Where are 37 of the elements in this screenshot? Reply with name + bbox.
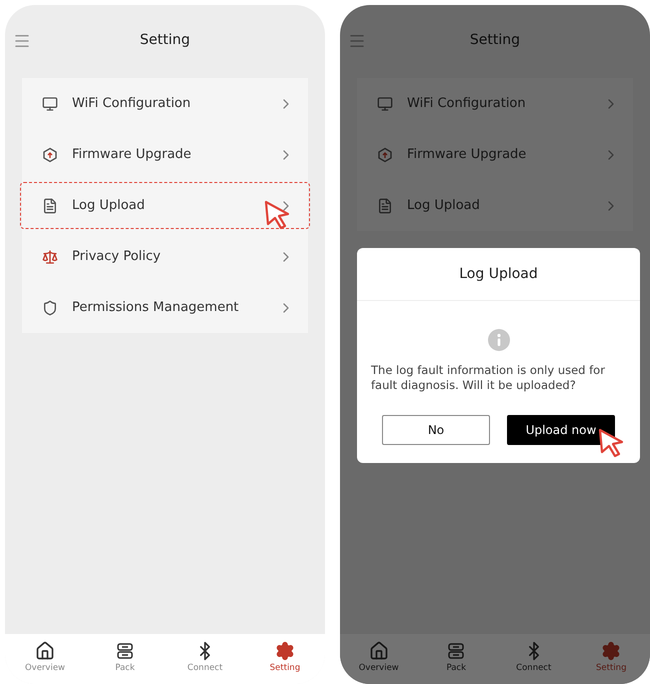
pack-icon	[446, 641, 466, 661]
tab-item[interactable]: Connect	[175, 641, 235, 673]
settings-item[interactable]: Firmware Upgrade	[357, 129, 633, 180]
home-icon	[368, 641, 389, 661]
upgrade-icon	[377, 146, 393, 162]
tab-item[interactable]: Overview	[348, 641, 409, 673]
info-icon	[488, 329, 510, 351]
settings-item[interactable]: Firmware Upgrade	[22, 129, 308, 180]
document-icon	[42, 198, 58, 214]
settings-item[interactable]: Permissions Management	[22, 282, 308, 333]
monitor-icon	[377, 96, 393, 112]
settings-item[interactable]: WiFi Configuration	[22, 78, 308, 129]
home-icon	[35, 641, 55, 661]
settings-item[interactable]: Privacy Policy	[22, 231, 308, 282]
pack-icon	[115, 641, 135, 661]
settings-item[interactable]: Log Upload	[22, 180, 308, 231]
dialog-message: The log fault information is only used for fault diagnosis. Will it be uploaded?	[371, 363, 606, 393]
document-icon	[377, 198, 393, 214]
tab-item[interactable]: Pack	[426, 641, 486, 673]
screen-title: Setting	[140, 32, 190, 48]
menu-icon[interactable]	[13, 32, 31, 50]
dialog-title: Log Upload	[357, 248, 640, 301]
monitor-icon	[42, 96, 58, 112]
settings-item[interactable]: Log Upload	[357, 180, 633, 231]
shield-icon	[42, 300, 58, 316]
pointer-cursor-icon	[264, 200, 292, 230]
tab-item[interactable]: Pack	[95, 641, 155, 673]
scale-icon	[42, 248, 58, 264]
screen-title: Setting	[470, 32, 520, 48]
tab-item[interactable]: Setting	[581, 641, 642, 673]
tab-item[interactable]: Connect	[504, 641, 564, 673]
tab-item[interactable]: Overview	[15, 641, 75, 673]
dialog-button[interactable]: No	[382, 414, 490, 445]
tab-item[interactable]: Setting	[255, 641, 315, 673]
menu-icon[interactable]	[348, 32, 366, 50]
upgrade-icon	[42, 146, 58, 162]
settings-item[interactable]: WiFi Configuration	[357, 78, 633, 129]
